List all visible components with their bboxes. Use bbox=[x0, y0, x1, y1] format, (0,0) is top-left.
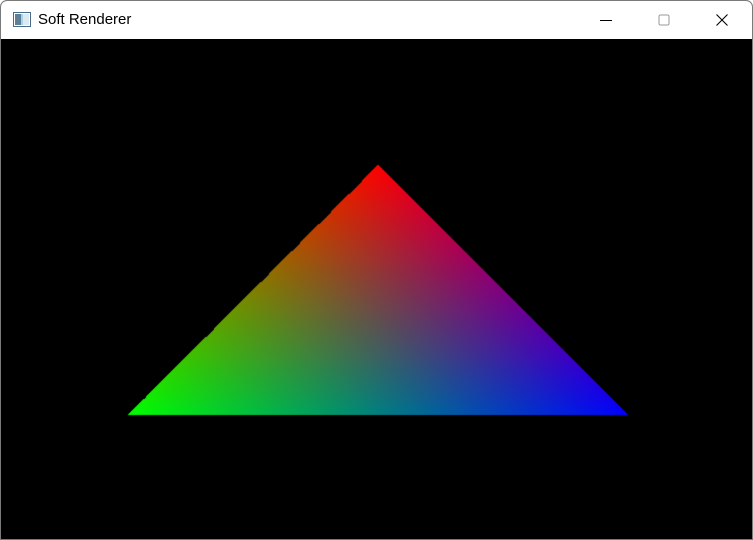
rendered-triangle bbox=[1, 39, 752, 539]
close-icon bbox=[716, 14, 728, 26]
window-title: Soft Renderer bbox=[38, 11, 132, 28]
close-button[interactable] bbox=[693, 1, 751, 39]
minimize-button[interactable] bbox=[577, 1, 635, 39]
maximize-button[interactable] bbox=[635, 1, 693, 39]
maximize-icon bbox=[658, 14, 670, 26]
render-viewport[interactable] bbox=[1, 39, 752, 539]
app-window: Soft Renderer bbox=[0, 0, 753, 540]
title-bar[interactable]: Soft Renderer bbox=[1, 1, 752, 39]
app-window-icon bbox=[13, 12, 31, 27]
minimize-icon bbox=[600, 14, 612, 26]
